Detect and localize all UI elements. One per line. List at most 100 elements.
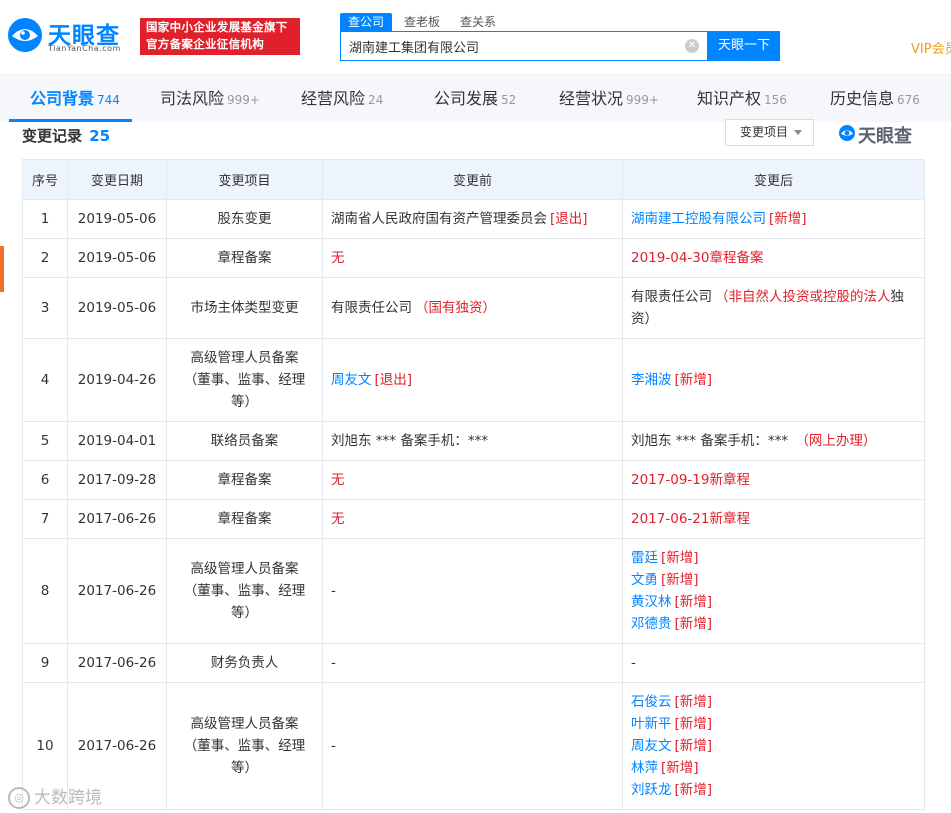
tab-search-company[interactable]: 查公司 [340, 13, 393, 31]
tab-count: 744 [97, 93, 120, 107]
search-input[interactable] [341, 32, 671, 60]
tab-count: 999+ [227, 93, 260, 107]
entity-link[interactable]: 周友文 [631, 738, 672, 754]
header-date: 变更日期 [67, 159, 167, 200]
item-line: 章程备案 [217, 472, 272, 488]
cell-after: 2017-06-21新章程 [622, 499, 925, 539]
entry-line: 无 [331, 247, 614, 269]
change-item-filter[interactable]: 变更项目 [725, 119, 814, 146]
logo-subtext: TianYanCha.com [48, 44, 121, 53]
bottom-watermark: ◎ 大数跨境 [8, 783, 102, 809]
item-line: （董事、监事、经理 [183, 372, 306, 388]
tianyancha-logo[interactable]: 天眼查 TianYanCha.com [6, 16, 132, 56]
item-line: 高级管理人员备案 [190, 561, 299, 577]
cell-before: 无 [322, 238, 623, 278]
cell-after: 2019-04-30章程备案 [622, 238, 925, 278]
entity-link[interactable]: 周友文 [331, 372, 372, 388]
clear-icon[interactable]: ✕ [685, 39, 699, 53]
cell-item: 章程备案 [166, 460, 323, 500]
entity-link[interactable]: 雷廷 [631, 550, 658, 566]
table-row: 1 2019-05-06 股东变更 湖南省人民政府国有资产管理委员会 [退出] 湖南建工控… [22, 199, 925, 239]
change-tag: [新增] [674, 372, 713, 388]
entry-line: 2017-09-19新章程 [631, 469, 916, 491]
entry-line: 有限责任公司 （非自然人投资或控股的法人独资） [631, 286, 916, 330]
entity-link[interactable]: 刘跃龙 [631, 782, 672, 798]
cell-no: 7 [22, 499, 68, 539]
item-line: 股东变更 [217, 211, 272, 227]
section-count: 25 [89, 127, 111, 145]
table-body: 1 2019-05-06 股东变更 湖南省人民政府国有资产管理委员会 [退出] 湖南建工控… [22, 199, 925, 810]
entry-text: 湖南省人民政府国有资产管理委员会 [331, 211, 547, 227]
entity-link[interactable]: 文勇 [631, 572, 658, 588]
cell-after: 李湘波 [新增] [622, 338, 925, 422]
change-tag: [新增] [661, 572, 699, 588]
change-tag: [退出] [374, 372, 413, 388]
table-row: 9 2017-06-26 财务负责人 - - [22, 643, 925, 683]
item-line: 财务负责人 [210, 655, 279, 671]
cell-no: 3 [22, 277, 68, 339]
cell-item: 章程备案 [166, 499, 323, 539]
header-item: 变更项目 [166, 159, 323, 200]
entry-text: 2017-09-19新章程 [631, 472, 750, 488]
cell-date: 2019-04-01 [67, 421, 167, 461]
tab-intellectual-property[interactable]: 知识产权 156 [697, 75, 787, 123]
entity-link[interactable]: 邓德贵 [631, 616, 672, 632]
entry-line: 林萍 [新增] [631, 757, 916, 779]
cell-item: 高级管理人员备案 （董事、监事、经理 等） [166, 538, 323, 644]
watermark-logo: 天眼查 [838, 122, 923, 147]
cell-date: 2019-05-06 [67, 199, 167, 239]
entry-text: 刘旭东 *** 备案手机：*** [631, 433, 789, 449]
change-tag: [退出] [550, 211, 588, 227]
table-row: 5 2019-04-01 联络员备案 刘旭东 *** 备案手机：*** 刘旭东 *** … [22, 421, 925, 461]
entry-line: 李湘波 [新增] [631, 369, 916, 391]
tab-judicial-risk[interactable]: 司法风险 999+ [160, 75, 260, 123]
gov-badge: 国家中小企业发展基金旗下 官方备案企业征信机构 [140, 18, 300, 55]
tab-history[interactable]: 历史信息 676 [830, 75, 920, 123]
table-row: 8 2017-06-26 高级管理人员备案 （董事、监事、经理 等） - 雷廷 [新增] 文勇[… [22, 538, 925, 644]
cell-before: 有限责任公司 （国有独资） [322, 277, 623, 339]
company-nav: 公司背景 744 司法风险 999+ 经营风险 24 公司发展 52 经营状况 999+ … [0, 74, 951, 122]
change-tag: [新增] [674, 716, 713, 732]
cell-after: 湖南建工控股有限公司 [新增] [622, 199, 925, 239]
item-line: 高级管理人员备案 [190, 716, 299, 732]
cell-date: 2017-06-26 [67, 499, 167, 539]
entity-link[interactable]: 石俊云 [631, 694, 672, 710]
active-tab-underline [9, 119, 132, 122]
entry-line: - [631, 652, 916, 674]
header-after: 变更后 [622, 159, 925, 200]
tab-count: 156 [764, 93, 787, 107]
tab-company-background[interactable]: 公司背景 744 [30, 75, 120, 123]
search-button[interactable]: 天眼一下 [708, 31, 780, 61]
item-line: 联络员备案 [210, 433, 279, 449]
tab-count: 999+ [626, 93, 659, 107]
change-tag: （非自然人投资或控股的法人 [715, 289, 891, 305]
entity-link[interactable]: 湖南建工控股有限公司 [631, 211, 766, 227]
cell-date: 2017-06-26 [67, 538, 167, 644]
watermark-eye-icon [839, 125, 855, 141]
tab-operation-status[interactable]: 经营状况 999+ [559, 75, 659, 123]
tab-operation-risk[interactable]: 经营风险 24 [301, 75, 383, 123]
entity-link[interactable]: 李湘波 [631, 372, 672, 388]
change-tag: [新增] [661, 760, 699, 776]
side-feedback-tab[interactable] [0, 246, 4, 292]
entry-line: 刘旭东 *** 备案手机：*** （网上办理） [631, 430, 916, 452]
change-record-table: 序号 变更日期 变更项目 变更前 变更后 1 2019-05-06 股东变更 湖南省人… [22, 159, 925, 810]
cell-before: 湖南省人民政府国有资产管理委员会 [退出] [322, 199, 623, 239]
tab-label: 司法风险 [160, 89, 225, 108]
entry-text: 有限责任公司 [331, 300, 412, 316]
tab-label: 知识产权 [697, 89, 762, 108]
entity-link[interactable]: 黄汉林 [631, 594, 672, 610]
change-tag: （国有独资） [415, 300, 496, 316]
vip-link[interactable]: VIP会员 [911, 38, 951, 57]
entry-text: 无 [331, 511, 345, 527]
item-line: 等） [231, 394, 258, 410]
tab-search-relation[interactable]: 查关系 [452, 13, 504, 31]
tab-search-boss[interactable]: 查老板 [396, 13, 448, 31]
tab-company-development[interactable]: 公司发展 52 [434, 75, 516, 123]
entry-line: 周友文 [新增] [631, 735, 916, 757]
entry-text: 无 [331, 472, 345, 488]
change-tag: [新增] [674, 738, 713, 754]
tab-count: 52 [501, 93, 517, 107]
entity-link[interactable]: 林萍 [631, 760, 658, 776]
entity-link[interactable]: 叶新平 [631, 716, 672, 732]
